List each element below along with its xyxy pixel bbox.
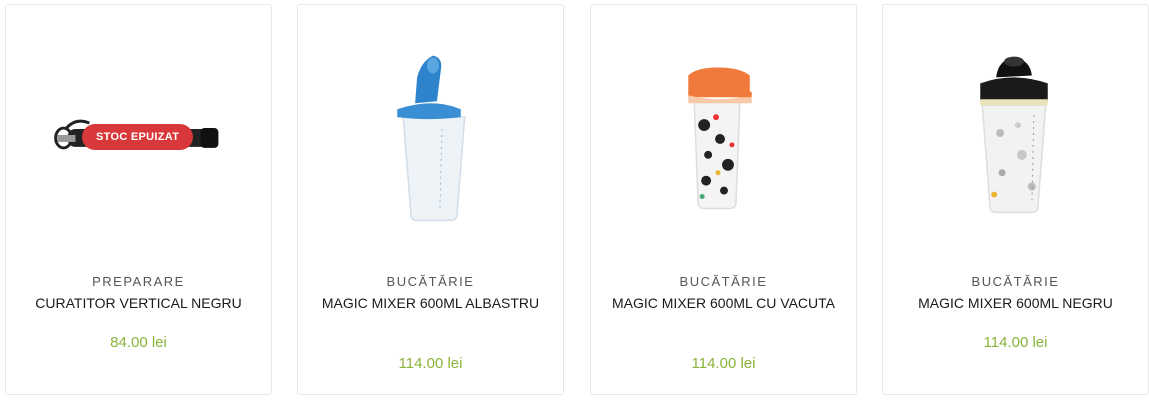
product-category[interactable]: BUCĂTĂRIE [883, 274, 1148, 289]
product-title[interactable]: CURATITOR VERTICAL NEGRU [26, 293, 251, 314]
product-card[interactable]: BUCĂTĂRIE MAGIC MIXER 600ML CU VACUTA 11… [590, 4, 857, 395]
product-category[interactable]: BUCĂTĂRIE [591, 274, 856, 289]
black-shaker-image [980, 56, 1048, 214]
product-card[interactable]: BUCĂTĂRIE MAGIC MIXER 600ML NEGRU 114.00… [882, 4, 1149, 395]
product-category[interactable]: BUCĂTĂRIE [298, 274, 563, 289]
product-title[interactable]: MAGIC MIXER 600ML CU VACUTA [611, 293, 836, 314]
out-of-stock-badge: STOC EPUIZAT [82, 124, 194, 150]
product-image[interactable] [591, 5, 856, 265]
product-price: 114.00 lei [983, 334, 1048, 351]
product-card[interactable]: STOC EPUIZAT PREPARARE CURATITOR VERTICA… [5, 4, 272, 395]
product-title[interactable]: MAGIC MIXER 600ML NEGRU [903, 293, 1128, 314]
product-image[interactable] [298, 5, 563, 265]
product-image[interactable] [883, 5, 1148, 265]
product-category[interactable]: PREPARARE [6, 274, 271, 289]
product-title[interactable]: MAGIC MIXER 600ML ALBASTRU [318, 293, 543, 314]
product-price: 114.00 lei [398, 355, 463, 372]
product-card[interactable]: BUCĂTĂRIE MAGIC MIXER 600ML ALBASTRU 114… [297, 4, 564, 395]
product-price: 84.00 lei [110, 334, 167, 351]
cow-print-shaker-image [688, 67, 752, 210]
blue-shaker-image [397, 55, 466, 222]
product-price: 114.00 lei [691, 355, 756, 372]
